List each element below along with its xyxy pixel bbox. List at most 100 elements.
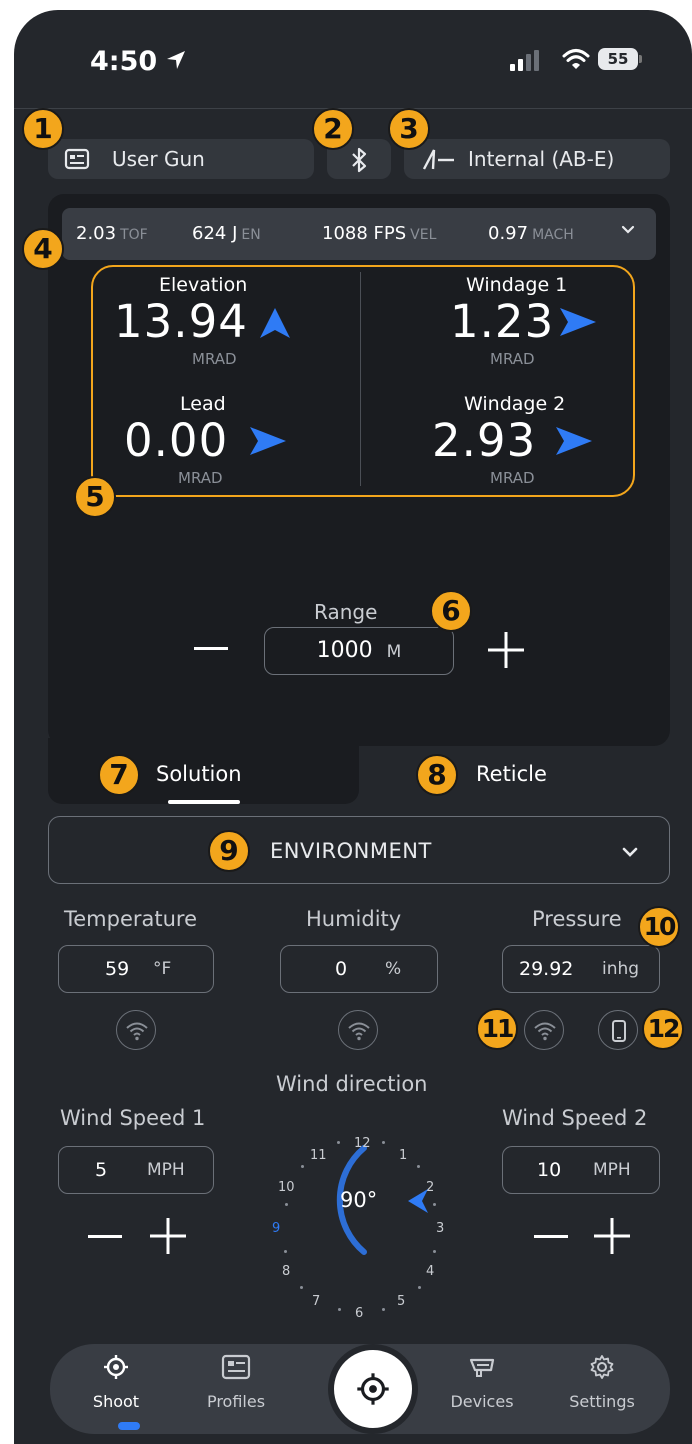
callout-badge-7: 7 — [98, 754, 140, 796]
devices-icon — [469, 1358, 495, 1377]
windage2-unit: MRAD — [490, 469, 535, 487]
range-value: 1000 — [316, 638, 373, 663]
dial-tick — [418, 1286, 421, 1289]
arrow-right-icon — [558, 306, 598, 342]
profile-card-icon — [64, 148, 90, 175]
nav-settings[interactable]: Settings — [552, 1354, 652, 1411]
wind-direction-label: Wind direction — [276, 1072, 428, 1096]
lead-label: Lead — [180, 393, 226, 415]
gun-profile-label: User Gun — [112, 147, 205, 171]
callout-badge-12: 12 — [642, 1008, 684, 1050]
wind-speed2-input[interactable]: 10 MPH — [502, 1146, 660, 1194]
solution-divider — [360, 272, 361, 486]
dial-tick — [433, 1250, 436, 1253]
callout-badge-8: 8 — [416, 754, 458, 796]
stat-tof: 2.03 TOF — [76, 223, 148, 244]
wind-direction-value: 90° — [340, 1188, 378, 1212]
humidity-label: Humidity — [306, 907, 402, 931]
dial-tick — [338, 1308, 341, 1311]
arrow-right-icon — [554, 425, 594, 461]
wifi-status-icon — [562, 48, 590, 74]
dial-number-7: 7 — [312, 1294, 321, 1309]
wind-speed2-plus-button[interactable] — [594, 1218, 630, 1254]
nav-center-target-button[interactable] — [328, 1344, 418, 1434]
status-time: 4:50 — [90, 46, 158, 77]
dial-number-1: 1 — [399, 1148, 408, 1163]
wind-speed1-plus-button[interactable] — [150, 1218, 186, 1254]
target-icon — [357, 1373, 389, 1405]
wind-speed2-label: Wind Speed 2 — [502, 1106, 648, 1130]
battery-nub — [639, 55, 642, 63]
pressure-label: Pressure — [532, 907, 622, 931]
pressure-phone-button[interactable] — [598, 1010, 638, 1050]
nav-profiles[interactable]: Profiles — [186, 1354, 286, 1411]
gear-icon — [590, 1355, 614, 1379]
range-plus-button[interactable] — [488, 632, 524, 668]
location-arrow-icon — [164, 48, 188, 76]
pressure-sensor-button[interactable] — [524, 1010, 564, 1050]
wifi-icon — [348, 1022, 370, 1041]
windage1-label: Windage 1 — [466, 274, 568, 296]
dial-number-9: 9 — [272, 1221, 281, 1236]
status-bar: 4:50 55 — [14, 10, 692, 110]
arrow-right-icon — [248, 425, 288, 461]
tab-solution[interactable]: Solution — [156, 762, 242, 786]
nav-active-indicator — [118, 1422, 140, 1430]
dial-tick — [300, 1286, 303, 1289]
temperature-label: Temperature — [64, 907, 198, 931]
range-input[interactable]: 1000 M — [264, 627, 454, 675]
callout-badge-5: 5 — [74, 476, 116, 518]
tab-solution-indicator — [168, 800, 240, 804]
arrow-up-icon — [258, 306, 292, 344]
callout-badge-11: 11 — [476, 1008, 518, 1050]
environment-title: ENVIRONMENT — [270, 839, 432, 863]
tab-reticle[interactable]: Reticle — [476, 762, 547, 786]
chevron-down-icon[interactable] — [620, 222, 636, 243]
engine-icon — [420, 147, 456, 176]
nav-settings-label: Settings — [569, 1392, 635, 1411]
temperature-sensor-button[interactable] — [116, 1010, 156, 1050]
header-divider — [14, 108, 692, 109]
callout-badge-2: 2 — [312, 108, 354, 150]
elevation-unit: MRAD — [192, 350, 237, 368]
windage1-value: 1.23 — [450, 295, 555, 348]
dial-number-8: 8 — [282, 1264, 291, 1279]
wind-direction-arrow-icon — [408, 1189, 428, 1213]
humidity-sensor-button[interactable] — [338, 1010, 378, 1050]
gun-profile-selector[interactable]: User Gun — [48, 139, 314, 179]
temperature-input[interactable]: 59 °F — [58, 945, 214, 993]
signal-icon — [510, 50, 544, 76]
dial-number-3: 3 — [436, 1221, 445, 1236]
nav-devices[interactable]: Devices — [432, 1354, 532, 1411]
phone-icon — [612, 1020, 626, 1042]
wind-speed1-input[interactable]: 5 MPH — [58, 1146, 214, 1194]
dial-number-10: 10 — [278, 1180, 295, 1195]
app-screen: 4:50 55 User Gun Internal (AB-E) 2.03 TO… — [14, 10, 692, 1444]
battery-indicator: 55 — [598, 48, 638, 70]
stat-velocity: 1088 FPS VEL — [322, 223, 437, 244]
dial-tick — [417, 1165, 420, 1168]
chevron-down-icon[interactable] — [618, 840, 642, 868]
dial-tick — [382, 1141, 385, 1144]
nav-profiles-label: Profiles — [206, 1392, 266, 1411]
engine-label: Internal (AB-E) — [468, 147, 615, 171]
stat-mach: 0.97 MACH — [488, 223, 574, 244]
wind-speed1-minus-button[interactable] — [88, 1235, 122, 1238]
lead-unit: MRAD — [178, 469, 223, 487]
dial-tick — [337, 1141, 340, 1144]
nav-shoot-label: Shoot — [92, 1392, 140, 1411]
range-minus-button[interactable] — [194, 647, 228, 650]
humidity-input[interactable]: 0% — [280, 945, 438, 993]
nav-shoot[interactable]: Shoot — [66, 1354, 166, 1411]
pressure-input[interactable]: 29.92 inhg — [502, 945, 660, 993]
wifi-icon — [126, 1022, 148, 1041]
ballistic-stats-bar[interactable]: 2.03 TOF 624 J EN 1088 FPS VEL 0.97 MACH — [62, 208, 656, 260]
lead-value: 0.00 — [124, 414, 229, 467]
ballistic-engine-selector[interactable]: Internal (AB-E) — [404, 139, 670, 179]
dial-tick — [382, 1308, 385, 1311]
elevation-value: 13.94 — [114, 295, 248, 348]
wind-speed2-minus-button[interactable] — [534, 1235, 568, 1238]
profile-card-icon — [221, 1354, 251, 1380]
dial-number-12: 12 — [354, 1136, 371, 1151]
bluetooth-icon — [347, 147, 371, 178]
